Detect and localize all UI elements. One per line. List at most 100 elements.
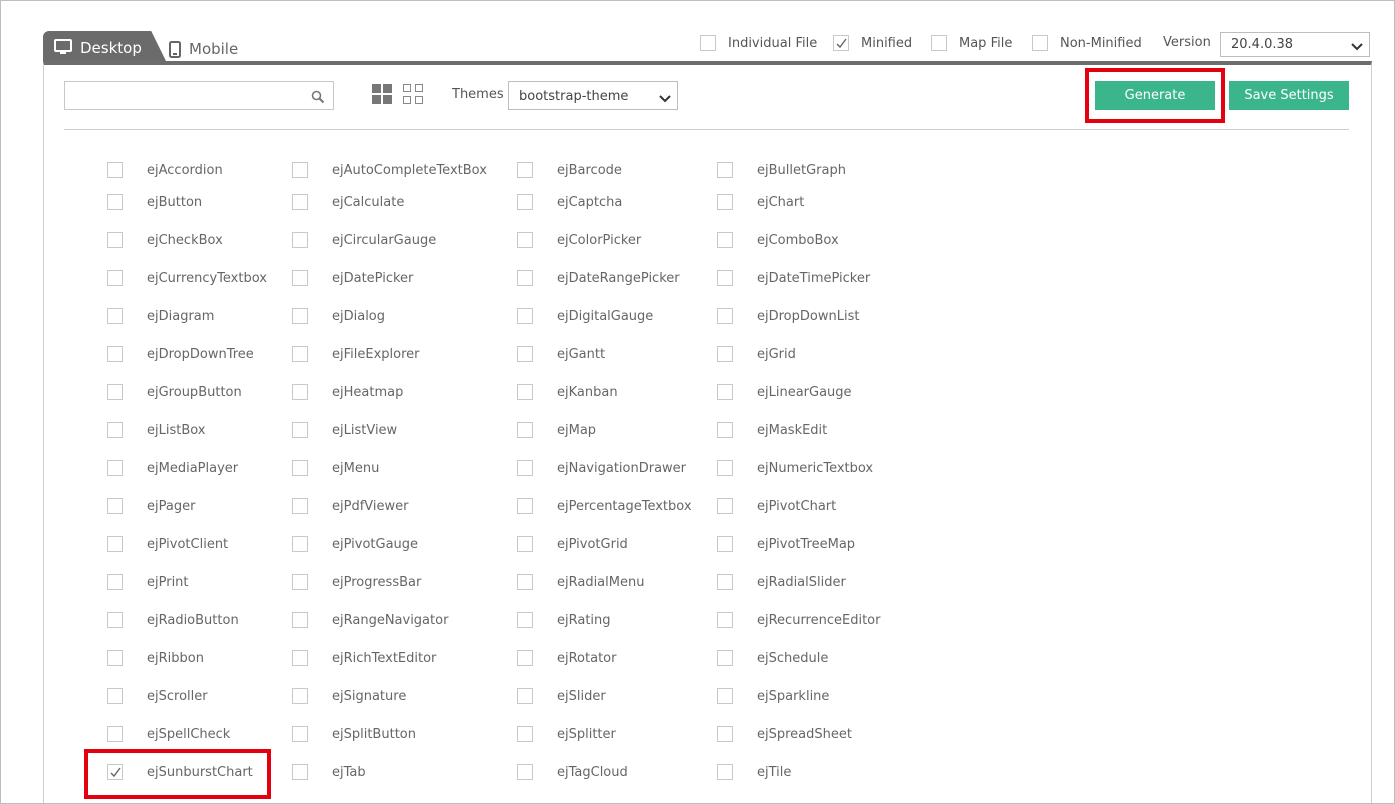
component-checkbox[interactable]: [717, 536, 733, 552]
component-checkbox[interactable]: [292, 726, 308, 742]
component-checkbox[interactable]: [107, 460, 123, 476]
component-name: ejTile: [757, 765, 792, 780]
component-checkbox[interactable]: [517, 308, 533, 324]
component-checkbox[interactable]: [107, 726, 123, 742]
component-checkbox[interactable]: [517, 764, 533, 780]
component-name: ejCircularGauge: [332, 233, 437, 248]
component-name: ejSparkline: [757, 689, 830, 704]
component-checkbox[interactable]: [517, 232, 533, 248]
component-name: ejPivotGrid: [557, 537, 628, 552]
tile-view-icon[interactable]: [403, 84, 423, 108]
component-checkbox[interactable]: [107, 384, 123, 400]
component-name: ejNavigationDrawer: [557, 461, 687, 476]
component-name: ejDialog: [332, 309, 386, 324]
highlight-box: [1085, 68, 1225, 123]
component-checkbox[interactable]: [292, 162, 308, 178]
component-name: ejRichTextEditor: [332, 651, 437, 666]
component-checkbox[interactable]: [107, 308, 123, 324]
component-checkbox[interactable]: [292, 688, 308, 704]
component-checkbox[interactable]: [517, 162, 533, 178]
component-checkbox[interactable]: [717, 346, 733, 362]
component-checkbox[interactable]: [517, 194, 533, 210]
grid-view-icon[interactable]: [372, 84, 392, 108]
version-select[interactable]: 20.4.0.38: [1220, 32, 1370, 57]
component-checkbox[interactable]: [107, 688, 123, 704]
component-checkbox[interactable]: [717, 384, 733, 400]
component-checkbox[interactable]: [292, 612, 308, 628]
component-checkbox[interactable]: [717, 422, 733, 438]
save-settings-button[interactable]: Save Settings: [1229, 81, 1349, 110]
chevron-down-icon: [659, 92, 671, 107]
component-checkbox[interactable]: [517, 384, 533, 400]
component-checkbox[interactable]: [717, 194, 733, 210]
component-checkbox[interactable]: [107, 270, 123, 286]
component-checkbox[interactable]: [292, 308, 308, 324]
component-checkbox[interactable]: [292, 232, 308, 248]
component-checkbox[interactable]: [292, 536, 308, 552]
component-name: ejPercentageTextbox: [557, 499, 692, 514]
component-name: ejDiagram: [147, 309, 215, 324]
component-checkbox[interactable]: [517, 726, 533, 742]
minified-checkbox[interactable]: [833, 35, 849, 51]
component-checkbox[interactable]: [292, 422, 308, 438]
component-checkbox[interactable]: [292, 460, 308, 476]
component-name: ejChart: [757, 195, 805, 210]
component-name: ejPager: [147, 499, 196, 514]
component-checkbox[interactable]: [717, 612, 733, 628]
component-name: ejHeatmap: [332, 385, 404, 400]
component-checkbox[interactable]: [292, 498, 308, 514]
component-name: ejSlider: [557, 689, 606, 704]
component-checkbox[interactable]: [517, 460, 533, 476]
component-checkbox[interactable]: [717, 270, 733, 286]
component-checkbox[interactable]: [517, 612, 533, 628]
component-checkbox[interactable]: [292, 270, 308, 286]
tab-desktop[interactable]: Desktop: [43, 31, 166, 61]
component-checkbox[interactable]: [107, 194, 123, 210]
tab-mobile-label: Mobile: [189, 40, 239, 58]
component-checkbox[interactable]: [717, 232, 733, 248]
component-checkbox[interactable]: [517, 574, 533, 590]
component-checkbox[interactable]: [717, 688, 733, 704]
component-checkbox[interactable]: [517, 536, 533, 552]
component-checkbox[interactable]: [107, 422, 123, 438]
component-name: ejDropDownList: [757, 309, 860, 324]
component-checkbox[interactable]: [517, 650, 533, 666]
component-checkbox[interactable]: [107, 232, 123, 248]
search-box[interactable]: [64, 81, 334, 110]
component-checkbox[interactable]: [717, 764, 733, 780]
component-checkbox[interactable]: [717, 308, 733, 324]
component-checkbox[interactable]: [717, 726, 733, 742]
component-checkbox[interactable]: [107, 162, 123, 178]
component-checkbox[interactable]: [107, 612, 123, 628]
component-checkbox[interactable]: [517, 270, 533, 286]
non-minified-checkbox[interactable]: [1032, 35, 1048, 51]
component-checkbox[interactable]: [107, 346, 123, 362]
component-checkbox[interactable]: [292, 650, 308, 666]
chevron-down-icon: [1351, 40, 1363, 55]
component-checkbox[interactable]: [107, 650, 123, 666]
individual-file-checkbox[interactable]: [700, 35, 716, 51]
component-checkbox[interactable]: [292, 384, 308, 400]
component-checkbox[interactable]: [292, 764, 308, 780]
component-checkbox[interactable]: [717, 162, 733, 178]
component-name: ejListView: [332, 423, 398, 438]
component-checkbox[interactable]: [107, 536, 123, 552]
component-checkbox[interactable]: [517, 422, 533, 438]
component-checkbox[interactable]: [717, 498, 733, 514]
component-checkbox[interactable]: [717, 650, 733, 666]
component-checkbox[interactable]: [517, 498, 533, 514]
themes-select[interactable]: bootstrap-theme: [508, 81, 678, 110]
component-name: ejMaskEdit: [757, 423, 828, 438]
component-checkbox[interactable]: [107, 574, 123, 590]
component-checkbox[interactable]: [517, 688, 533, 704]
component-name: ejCurrencyTextbox: [147, 271, 267, 286]
component-checkbox[interactable]: [517, 346, 533, 362]
component-checkbox[interactable]: [717, 574, 733, 590]
component-checkbox[interactable]: [292, 194, 308, 210]
component-checkbox[interactable]: [717, 460, 733, 476]
component-checkbox[interactable]: [292, 574, 308, 590]
component-name: ejPivotGauge: [332, 537, 419, 552]
component-checkbox[interactable]: [292, 346, 308, 362]
map-file-checkbox[interactable]: [931, 35, 947, 51]
component-checkbox[interactable]: [107, 498, 123, 514]
